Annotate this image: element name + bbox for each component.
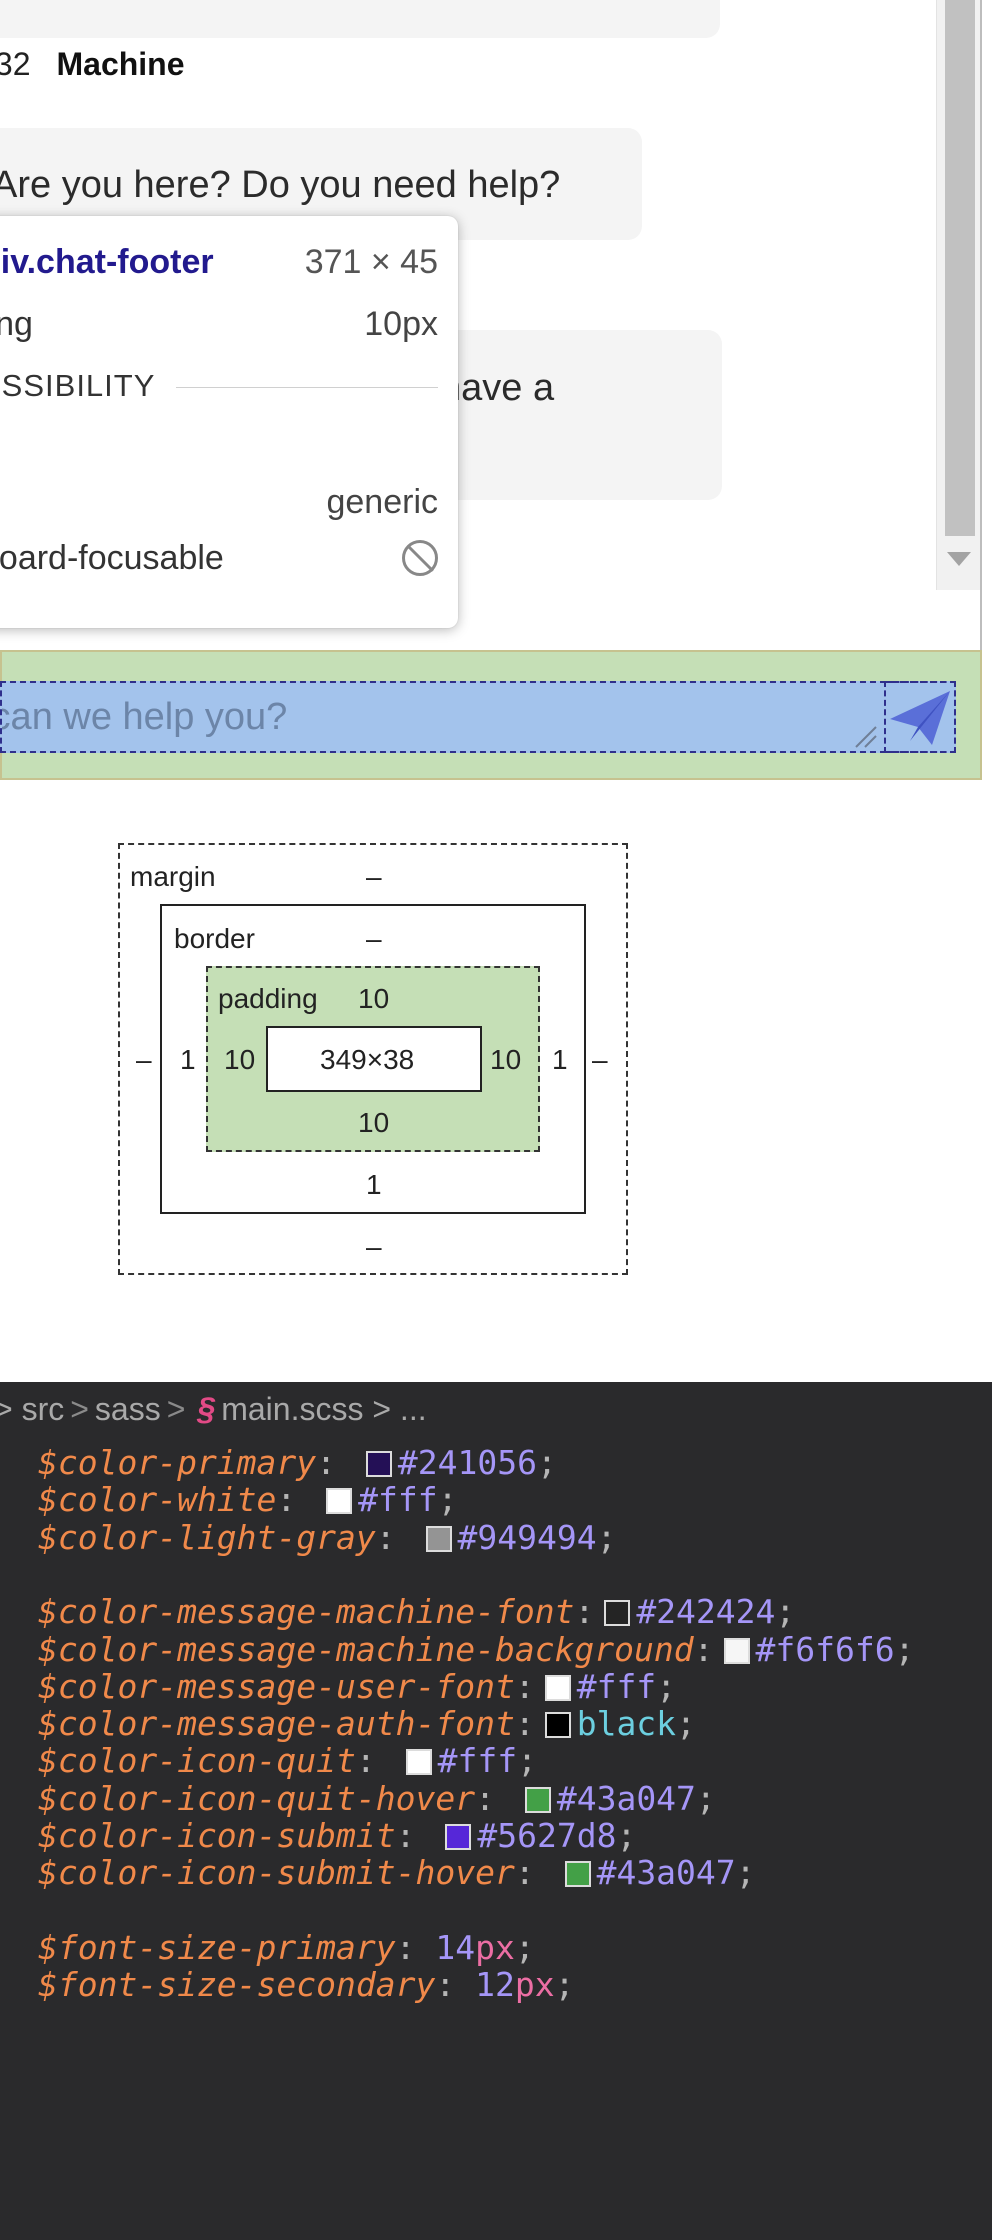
color-swatch-icon[interactable]	[723, 1637, 750, 1664]
tooltip-accessibility-header: ESSIBILITY	[0, 364, 438, 408]
scss-value: black	[576, 1704, 677, 1744]
breadcrumb-separator: >	[0, 1391, 13, 1427]
breadcrumb-item-src[interactable]: src	[22, 1391, 65, 1427]
accessibility-section-label: ESSIBILITY	[0, 368, 156, 403]
color-swatch-icon[interactable]	[564, 1861, 591, 1888]
border-bottom-value[interactable]: 1	[366, 1168, 382, 1202]
color-swatch-icon[interactable]	[544, 1712, 571, 1739]
content-size-value[interactable]: 349×38	[320, 1043, 414, 1077]
tooltip-padding-row: ling 10px	[0, 302, 438, 346]
padding-right-value[interactable]: 10	[490, 1043, 521, 1077]
padding-bottom-value[interactable]: 10	[358, 1106, 389, 1140]
semicolon: ;	[695, 1778, 716, 1818]
colon: :	[514, 1853, 555, 1893]
scss-variable-name: $color-light-gray	[38, 1517, 376, 1557]
scss-value: #43a047	[596, 1853, 736, 1893]
code-line[interactable]: $color-light-gray: #949494;	[38, 1511, 616, 1564]
vertical-scrollbar[interactable]	[936, 0, 980, 590]
role-value: generic	[326, 483, 438, 521]
scss-variable-name: $color-icon-submit-hover	[38, 1853, 515, 1893]
message-bubble	[0, 0, 720, 38]
padding-value: 10px	[364, 305, 438, 343]
color-swatch-icon[interactable]	[425, 1525, 452, 1552]
colon: :	[435, 1965, 476, 2005]
chat-input-wrapper	[0, 681, 956, 753]
breadcrumb-item-file[interactable]: main.scss	[221, 1391, 363, 1427]
breadcrumb-tail[interactable]: > ...	[372, 1391, 426, 1427]
scss-value: #f6f6f6	[755, 1629, 895, 1669]
semicolon: ;	[596, 1517, 617, 1557]
resize-grip-icon	[855, 726, 877, 748]
chat-footer	[0, 650, 982, 780]
semicolon: ;	[894, 1629, 915, 1669]
not-focusable-icon	[402, 536, 438, 587]
margin-top-value[interactable]: –	[366, 860, 382, 894]
semicolon: ;	[735, 1853, 756, 1893]
scss-variable-name: $font-size-secondary	[38, 1965, 436, 2005]
margin-left-value[interactable]: –	[136, 1043, 152, 1077]
border-top-value[interactable]: –	[366, 922, 382, 956]
element-size: 371 × 45	[304, 243, 438, 281]
machine-message-text: Are you here? Do you need help?	[0, 164, 561, 206]
scrollbar-thumb[interactable]	[945, 0, 975, 536]
scss-number: 12	[475, 1965, 515, 2005]
code-editor: > src > sass > § main.scss > ... $color-prima…	[0, 1382, 992, 2240]
element-selector: div.chat-footer	[0, 243, 214, 281]
semicolon: ;	[676, 1704, 696, 1744]
code-line[interactable]: $font-size-secondary: 12px;	[38, 1958, 574, 2011]
border-left-value[interactable]: 1	[180, 1043, 196, 1077]
focusable-label: board-focusable	[0, 539, 224, 577]
chat-messages-area: :32 Machine Are you here? Do you need hel…	[0, 0, 982, 650]
sass-file-icon: §	[197, 1391, 216, 1427]
padding-label: padding	[218, 983, 318, 1014]
submit-button[interactable]	[884, 681, 956, 753]
scroll-down-arrow-icon[interactable]	[947, 552, 971, 566]
tooltip-role-value-row: generic	[0, 480, 438, 524]
section-divider	[176, 387, 438, 388]
breadcrumb-item-sass[interactable]: sass	[95, 1391, 161, 1427]
margin-right-value[interactable]: –	[592, 1043, 608, 1077]
tooltip-focusable-row: board-focusable	[0, 536, 438, 580]
semicolon: ;	[554, 1965, 575, 2005]
chat-message-input[interactable]	[2, 683, 862, 751]
scss-value: #949494	[457, 1517, 597, 1557]
margin-bottom-value[interactable]: –	[366, 1230, 382, 1264]
colon: :	[375, 1517, 416, 1557]
breadcrumb: > src > sass > § main.scss > ...	[0, 1384, 427, 1434]
scss-unit: px	[514, 1965, 555, 2005]
border-right-value[interactable]: 1	[552, 1043, 568, 1077]
devtools-inspect-tooltip: div.chat-footer 371 × 45 ling 10px ESSIB…	[0, 216, 458, 628]
tooltip-title-row: div.chat-footer 371 × 45	[0, 240, 438, 284]
padding-label: ling	[0, 305, 33, 343]
message-time: :32	[0, 46, 31, 82]
send-paper-plane-icon	[890, 691, 950, 745]
message-author: Machine	[56, 46, 185, 82]
padding-left-value[interactable]: 10	[224, 1043, 255, 1077]
code-line[interactable]: $color-icon-submit-hover: #43a047;	[38, 1846, 756, 1899]
padding-top-value[interactable]: 10	[358, 982, 389, 1016]
border-label: border	[174, 923, 255, 954]
message-meta: :32 Machine	[0, 44, 185, 84]
margin-label: margin	[130, 861, 216, 892]
tooltip-role-label-row: e	[0, 422, 438, 466]
semicolon: ;	[536, 1443, 557, 1482]
colon: :	[693, 1629, 714, 1669]
